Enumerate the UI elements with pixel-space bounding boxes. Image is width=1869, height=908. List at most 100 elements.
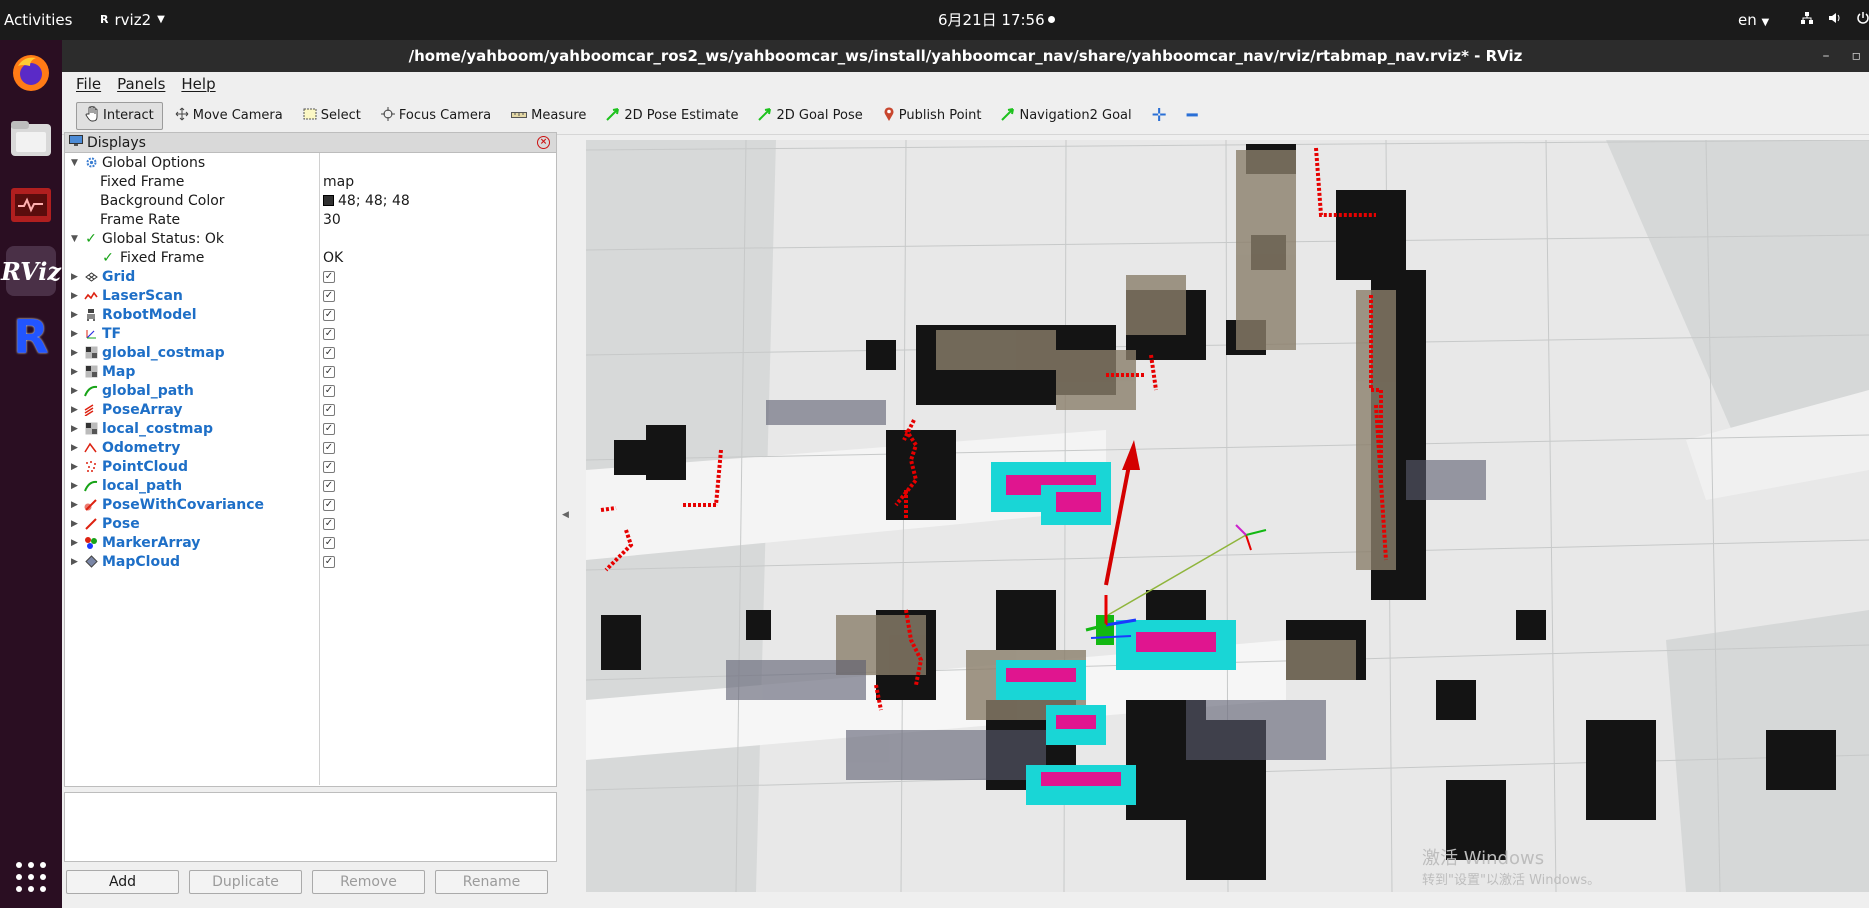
display-item-pose[interactable]: ▶ Pose ✓ [65, 514, 556, 533]
display-item-checkbox[interactable]: ✓ [323, 346, 335, 359]
display-item-global-costmap[interactable]: ▶ global_costmap ✓ [65, 343, 556, 362]
expand-arrow-icon[interactable]: ▶ [71, 424, 81, 434]
expand-arrow-icon[interactable]: ▶ [71, 367, 81, 377]
display-item-odometry[interactable]: ▶ Odometry ✓ [65, 438, 556, 457]
checkbox[interactable]: ✓ [323, 384, 335, 397]
firefox-icon[interactable] [6, 48, 56, 98]
tree-row-background-color[interactable]: Background Color 48; 48; 48 [65, 191, 556, 210]
r-app-icon[interactable]: R [6, 310, 56, 364]
fixed-frame-value[interactable]: map [323, 174, 354, 190]
collapse-splitter-icon[interactable]: ◀ [562, 510, 569, 520]
app-menu[interactable]: R rviz2 ▼ [100, 0, 165, 40]
expand-arrow-icon[interactable]: ▶ [71, 310, 81, 320]
display-item-checkbox[interactable]: ✓ [323, 555, 335, 568]
expand-arrow-icon[interactable]: ▶ [71, 519, 81, 529]
expand-arrow-icon[interactable]: ▶ [71, 329, 81, 339]
menu-file[interactable]: File [70, 72, 107, 97]
close-icon[interactable]: × [537, 136, 550, 149]
rviz-icon[interactable]: RViz [1, 246, 61, 296]
expand-arrow-icon[interactable]: ▶ [71, 481, 81, 491]
duplicate-button[interactable]: Duplicate [189, 870, 302, 894]
nav2-goal-tool[interactable]: Navigation2 Goal [993, 102, 1139, 130]
expand-arrow-icon[interactable]: ▶ [71, 500, 81, 510]
checkbox[interactable]: ✓ [323, 498, 335, 511]
display-item-checkbox[interactable]: ✓ [323, 384, 335, 397]
interact-tool[interactable]: Interact [76, 101, 163, 130]
display-item-mapcloud[interactable]: ▶ MapCloud ✓ [65, 552, 556, 571]
expand-arrow-icon[interactable]: ▶ [71, 386, 81, 396]
show-applications-icon[interactable] [6, 852, 56, 902]
checkbox[interactable]: ✓ [323, 555, 335, 568]
display-item-checkbox[interactable]: ✓ [323, 403, 335, 416]
expand-arrow-icon[interactable]: ▶ [71, 462, 81, 472]
expand-arrow-icon[interactable]: ▶ [71, 557, 81, 567]
display-item-pointcloud[interactable]: ▶ PointCloud ✓ [65, 457, 556, 476]
display-item-robotmodel[interactable]: ▶ RobotModel ✓ [65, 305, 556, 324]
display-item-local-path[interactable]: ▶ local_path ✓ [65, 476, 556, 495]
checkbox[interactable]: ✓ [323, 289, 335, 302]
checkbox[interactable]: ✓ [323, 441, 335, 454]
activities-button[interactable]: Activities [4, 0, 72, 40]
display-item-checkbox[interactable]: ✓ [323, 270, 335, 283]
system-monitor-icon[interactable] [6, 180, 56, 230]
focus-camera-tool[interactable]: Focus Camera [373, 102, 499, 130]
background-color-value[interactable]: 48; 48; 48 [323, 193, 410, 209]
expand-arrow-icon[interactable]: ▶ [71, 348, 81, 358]
remove-button[interactable]: Remove [312, 870, 425, 894]
display-item-checkbox[interactable]: ✓ [323, 422, 335, 435]
display-item-local-costmap[interactable]: ▶ local_costmap ✓ [65, 419, 556, 438]
display-item-checkbox[interactable]: ✓ [323, 460, 335, 473]
add-button[interactable]: Add [66, 870, 179, 894]
display-item-posearray[interactable]: ▶ PoseArray ✓ [65, 400, 556, 419]
checkbox[interactable]: ✓ [323, 517, 335, 530]
menu-help[interactable]: Help [175, 72, 221, 97]
display-item-checkbox[interactable]: ✓ [323, 479, 335, 492]
display-item-checkbox[interactable]: ✓ [323, 517, 335, 530]
rename-button[interactable]: Rename [435, 870, 548, 894]
expand-arrow-icon[interactable]: ▶ [71, 538, 81, 548]
checkbox[interactable]: ✓ [323, 422, 335, 435]
checkbox[interactable]: ✓ [323, 403, 335, 416]
expand-arrow-icon[interactable]: ▶ [71, 405, 81, 415]
files-icon[interactable] [6, 114, 56, 164]
measure-tool[interactable]: Measure [503, 102, 594, 130]
language-selector[interactable]: en ▼ [1738, 0, 1769, 40]
display-item-checkbox[interactable]: ✓ [323, 536, 335, 549]
checkbox[interactable]: ✓ [323, 308, 335, 321]
move-camera-tool[interactable]: Move Camera [167, 102, 291, 130]
add-tool-button[interactable]: ✛ [1144, 102, 1175, 130]
expand-arrow-icon[interactable]: ▼ [71, 234, 81, 244]
minimize-icon[interactable]: – [1823, 40, 1830, 72]
checkbox[interactable]: ✓ [323, 327, 335, 340]
checkbox[interactable]: ✓ [323, 346, 335, 359]
expand-arrow-icon[interactable]: ▶ [71, 443, 81, 453]
display-item-checkbox[interactable]: ✓ [323, 365, 335, 378]
tree-row-global-status[interactable]: ▼ ✓ Global Status: Ok [65, 229, 556, 248]
display-item-checkbox[interactable]: ✓ [323, 327, 335, 340]
menu-panels[interactable]: Panels [111, 72, 171, 97]
expand-arrow-icon[interactable]: ▼ [71, 158, 81, 168]
frame-rate-value[interactable]: 30 [323, 212, 341, 228]
display-item-checkbox[interactable]: ✓ [323, 441, 335, 454]
display-item-posewithcovariance[interactable]: ▶ PoseWithCovariance ✓ [65, 495, 556, 514]
tree-row-global-options[interactable]: ▼ Global Options [65, 153, 556, 172]
checkbox[interactable]: ✓ [323, 479, 335, 492]
display-item-checkbox[interactable]: ✓ [323, 498, 335, 511]
display-item-grid[interactable]: ▶ Grid ✓ [65, 267, 556, 286]
checkbox[interactable]: ✓ [323, 460, 335, 473]
tree-row-frame-rate[interactable]: Frame Rate 30 [65, 210, 556, 229]
expand-arrow-icon[interactable]: ▶ [71, 272, 81, 282]
clock[interactable]: 6月21日 17:56 [938, 0, 1045, 40]
system-tray[interactable] [1800, 0, 1869, 40]
publish-point-tool[interactable]: Publish Point [875, 102, 990, 130]
maximize-icon[interactable]: ▫ [1852, 40, 1862, 72]
tree-row-fixed-frame[interactable]: Fixed Frame map [65, 172, 556, 191]
display-item-checkbox[interactable]: ✓ [323, 308, 335, 321]
select-tool[interactable]: Select [295, 102, 369, 130]
display-item-checkbox[interactable]: ✓ [323, 289, 335, 302]
goal-pose-tool[interactable]: 2D Goal Pose [750, 102, 870, 130]
display-item-map[interactable]: ▶ Map ✓ [65, 362, 556, 381]
title-bar[interactable]: /home/yahboom/yahboomcar_ros2_ws/yahboom… [62, 40, 1869, 72]
display-item-laserscan[interactable]: ▶ LaserScan ✓ [65, 286, 556, 305]
3d-viewport[interactable] [586, 140, 1869, 892]
